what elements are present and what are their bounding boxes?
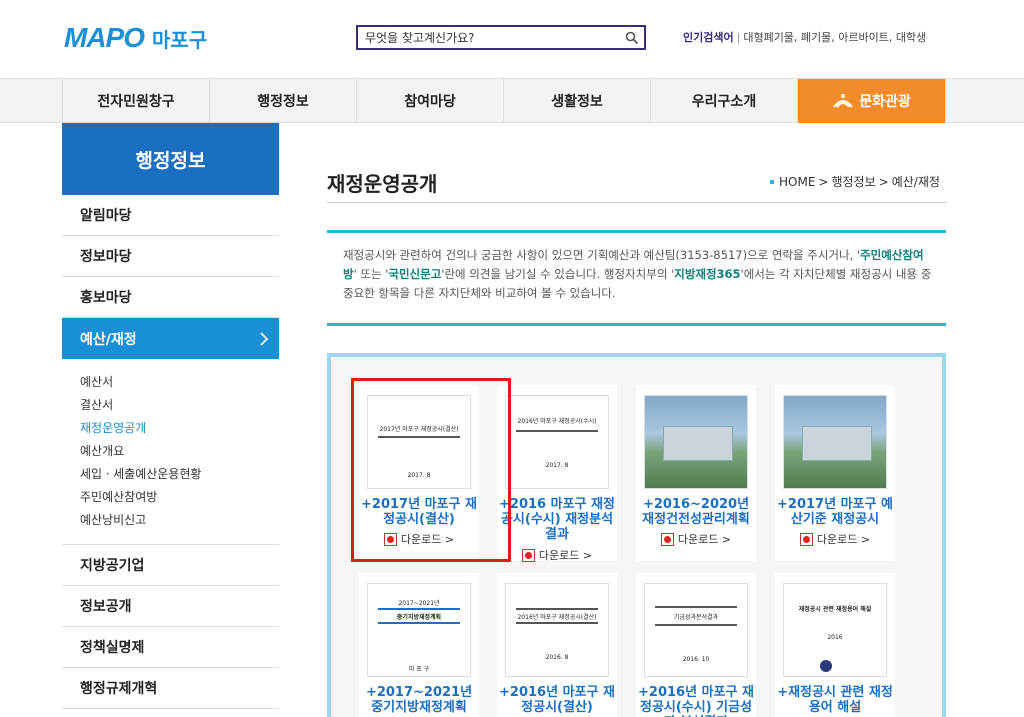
nav-item-admin[interactable]: 행정정보 <box>209 79 356 123</box>
logo-mark: MAPO <box>64 22 145 53</box>
logo-text: 마포구 <box>152 27 208 52</box>
sidebar-item-budget[interactable]: 예산/재정 <box>62 318 279 359</box>
download-link[interactable]: 다운로드 > <box>497 547 617 563</box>
document-title[interactable]: +재정공시 관련 재정용어 해설 <box>777 685 893 715</box>
document-card[interactable]: 기금성과분석결과 2016. 10 +2016년 마포구 재정공시(수시) 기금… <box>636 573 756 717</box>
main-nav: 전자민원창구 행정정보 참여마당 생활정보 우리구소개 문화관광 <box>0 78 1024 123</box>
document-thumbnail[interactable]: 2016년 마포구 재정공시(수시) 2017. 8 <box>505 395 609 489</box>
sidebar-item-notice[interactable]: 알림마당 <box>62 195 279 236</box>
popular-label: 인기검색어 <box>683 31 734 44</box>
highlight-box <box>351 378 511 562</box>
document-thumbnail[interactable]: 기금성과분석결과 2016. 10 <box>644 583 748 677</box>
link-national-petition[interactable]: 국민신문고 <box>388 267 441 281</box>
site-header: MAPO 마포구 인기검색어|대형폐기물, 폐기물, 아르바이트, 대학생 <box>0 0 1024 78</box>
emblem-icon <box>820 660 832 672</box>
pdf-icon <box>799 532 813 546</box>
document-card[interactable]: 2017~2021년 중기지방재정계획 마 포 구 +2017~2021년 중기… <box>359 573 479 717</box>
sidebar-item-public-corp[interactable]: 지방공기업 <box>62 545 279 586</box>
search-box <box>356 25 646 50</box>
pdf-icon <box>660 532 674 546</box>
document-card[interactable]: 2016년 마포구 재정공시(수시) 2017. 8 +2016 마포구 재정공… <box>497 385 617 563</box>
page-title: 재정운영공개 <box>327 172 438 196</box>
nav-item-culture-label: 문화관광 <box>859 94 911 110</box>
download-link[interactable]: 다운로드 > <box>636 531 756 547</box>
submenu-item[interactable]: 주민예산참여방 <box>80 486 279 509</box>
document-title[interactable]: +2017~2021년 중기지방재정계획 <box>361 685 477 715</box>
nav-item-culture[interactable]: 문화관광 <box>797 79 946 123</box>
nav-item-life[interactable]: 생활정보 <box>503 79 650 123</box>
document-title[interactable]: +2017년 마포구 예산기준 재정공시 <box>777 497 893 527</box>
document-thumbnail[interactable] <box>644 395 748 489</box>
document-thumbnail[interactable]: 2017~2021년 중기지방재정계획 마 포 구 <box>367 583 471 677</box>
document-thumbnail[interactable] <box>783 395 887 489</box>
sidebar-item-info[interactable]: 정보마당 <box>62 236 279 277</box>
document-card[interactable]: +2016~2020년 재정건전성관리계획 다운로드 > <box>636 385 756 561</box>
document-thumbnail[interactable]: 재정공시 관련 재정용어 해설 2016 <box>783 583 887 677</box>
sidebar-submenu: 예산서 결산서 재정운영공개 예산개요 세입ㆍ세출예산운용현황 주민예산참여방 … <box>62 359 279 545</box>
download-link[interactable]: 다운로드 > <box>775 531 895 547</box>
document-title[interactable]: +2016 마포구 재정공시(수시) 재정분석결과 <box>499 497 615 542</box>
chevron-right-icon <box>260 331 269 346</box>
search-input[interactable] <box>358 27 620 48</box>
submenu-item[interactable]: 예산낭비신고 <box>80 509 279 532</box>
breadcrumb-home[interactable]: HOME <box>779 175 815 189</box>
submenu-item[interactable]: 예산개요 <box>80 440 279 463</box>
culture-icon <box>833 94 854 108</box>
document-thumbnail[interactable]: 2016년 마포구 재정공시(결산) 2016. 8 <box>505 583 609 677</box>
bullet-icon <box>770 179 774 184</box>
sidebar-item-budget-label: 예산/재정 <box>80 331 137 348</box>
breadcrumb-admin[interactable]: 행정정보 <box>831 173 875 190</box>
search-icon[interactable] <box>620 27 644 48</box>
site-logo[interactable]: MAPO 마포구 <box>64 22 207 54</box>
document-title[interactable]: +2016년 마포구 재정공시(결산) <box>499 685 615 715</box>
nav-item-about[interactable]: 우리구소개 <box>650 79 797 123</box>
sidebar-item-disclosure[interactable]: 정보공개 <box>62 586 279 627</box>
document-title[interactable]: +2016~2020년 재정건전성관리계획 <box>638 497 754 527</box>
document-card[interactable]: +2017년 마포구 예산기준 재정공시 다운로드 > <box>775 385 895 561</box>
sidebar-title: 행정정보 <box>62 123 279 195</box>
sidebar: 행정정보 알림마당 정보마당 홍보마당 예산/재정 예산서 결산서 재정운영공개… <box>62 123 279 709</box>
divider <box>327 202 946 203</box>
popular-terms[interactable]: 대형폐기물, 폐기물, 아르바이트, 대학생 <box>743 31 926 44</box>
submenu-item[interactable]: 세입ㆍ세출예산운용현황 <box>80 463 279 486</box>
document-card[interactable]: 2016년 마포구 재정공시(결산) 2016. 8 +2016년 마포구 재정… <box>497 573 617 717</box>
building-photo <box>645 396 747 488</box>
pdf-icon <box>521 548 535 562</box>
submenu-item[interactable]: 예산서 <box>80 371 279 394</box>
submenu-item[interactable]: 결산서 <box>80 394 279 417</box>
sidebar-item-regulation[interactable]: 행정규제개혁 <box>62 668 279 709</box>
breadcrumb: HOME > 행정정보 > 예산/재정 <box>770 173 940 190</box>
sidebar-item-pr[interactable]: 홍보마당 <box>62 277 279 318</box>
document-card[interactable]: 재정공시 관련 재정용어 해설 2016 +재정공시 관련 재정용어 해설 <box>775 573 895 717</box>
building-photo <box>784 396 886 488</box>
document-title[interactable]: +2016년 마포구 재정공시(수시) 기금성과 분석결과 <box>638 685 754 717</box>
sidebar-item-policy[interactable]: 정책실명제 <box>62 627 279 668</box>
nav-item-civil[interactable]: 전자민원창구 <box>62 79 209 123</box>
link-local-finance-365[interactable]: 지방재정365 <box>674 267 740 281</box>
popular-search: 인기검색어 | 대형폐기물, 폐기물, 아르바이트, 대학생 <box>683 31 927 44</box>
notice-box: 재정공시와 관련하여 건의나 궁금한 사항이 있으면 기획예산과 예산팀(315… <box>327 230 946 326</box>
nav-item-participation[interactable]: 참여마당 <box>356 79 503 123</box>
breadcrumb-budget[interactable]: 예산/재정 <box>892 173 940 190</box>
submenu-item-current[interactable]: 재정운영공개 <box>80 417 279 440</box>
